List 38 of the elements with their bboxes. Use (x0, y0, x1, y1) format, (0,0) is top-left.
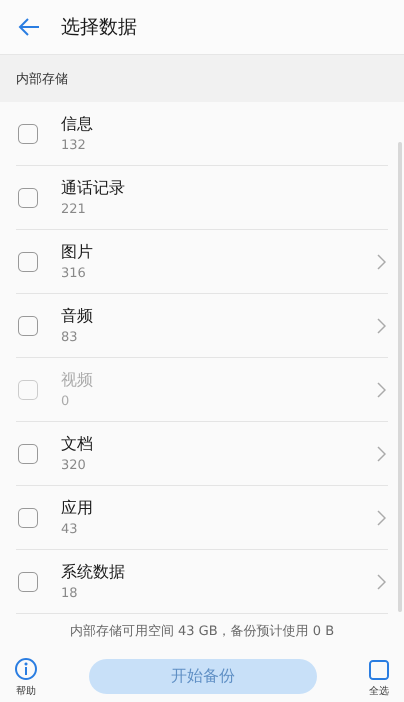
item-count: 43 (61, 522, 79, 537)
select-all-button[interactable]: 全选 (368, 659, 390, 698)
data-category-row[interactable]: 文档 320 (16, 422, 388, 486)
category-name: 文档 (61, 434, 94, 455)
checkbox-icon (368, 659, 390, 681)
data-category-row[interactable]: 通话记录 221 (16, 166, 388, 230)
category-name: 通话记录 (61, 178, 126, 199)
category-name: 视频 (61, 370, 94, 391)
checkbox[interactable] (18, 124, 38, 144)
checkbox[interactable] (18, 252, 38, 272)
checkbox[interactable] (18, 508, 38, 528)
data-category-row[interactable]: 应用 43 (16, 486, 388, 550)
section-title: 内部存储 (16, 70, 68, 88)
info-icon (14, 657, 38, 681)
back-arrow-icon[interactable] (17, 17, 41, 37)
data-category-row[interactable]: 系统数据 18 (16, 550, 388, 614)
data-category-row[interactable]: 音频 83 (16, 294, 388, 358)
item-count: 320 (61, 458, 87, 473)
item-count: 0 (61, 394, 70, 409)
item-count: 83 (61, 330, 79, 345)
checkbox[interactable] (18, 316, 38, 336)
category-name: 图片 (61, 242, 94, 263)
checkbox[interactable] (18, 572, 38, 592)
checkbox[interactable] (18, 188, 38, 208)
category-name: 系统数据 (61, 562, 126, 583)
storage-summary: 内部存储可用空间 43 GB，备份预计使用 0 B (68, 623, 336, 640)
help-button[interactable]: 帮助 (14, 657, 38, 698)
item-count: 18 (61, 586, 79, 601)
item-count: 316 (61, 266, 87, 281)
item-count: 221 (61, 202, 87, 217)
category-name: 信息 (61, 114, 94, 135)
item-count: 132 (61, 138, 87, 153)
page-title: 选择数据 (61, 15, 137, 40)
checkbox[interactable] (18, 444, 38, 464)
data-category-row[interactable]: 信息 132 (16, 102, 388, 166)
data-category-row[interactable]: 图片 316 (16, 230, 388, 294)
category-name: 音频 (61, 306, 94, 327)
category-name: 应用 (61, 498, 94, 519)
